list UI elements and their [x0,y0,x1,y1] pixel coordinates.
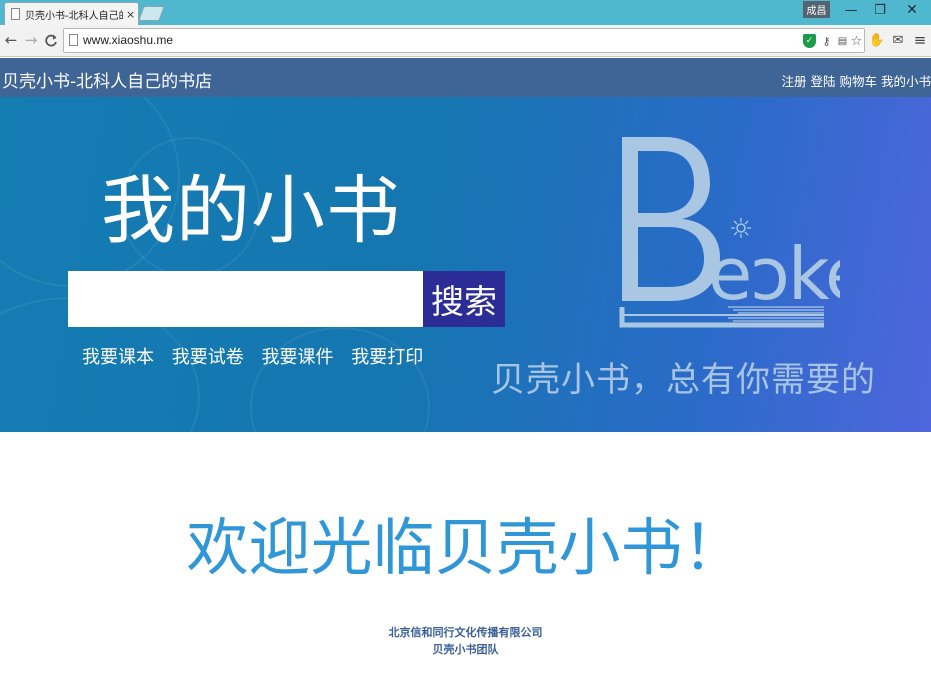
minimize-icon[interactable]: — [838,0,864,20]
nav-cart-link[interactable]: 购物车 [839,74,877,89]
site-title[interactable]: 贝壳小书-北科人自己的书店 [2,67,212,92]
nav-register-link[interactable]: 注册 [781,74,806,89]
beike-logo: eɔke [619,137,840,328]
footer-team: 贝壳小书团队 [432,643,499,656]
page-icon [69,34,78,46]
link-printing[interactable]: 我要打印 [351,347,423,368]
tagline: 贝壳小书，总有你需要的 [491,360,876,400]
maximize-icon[interactable]: ❐ [867,0,893,20]
url-text[interactable]: www.xiaoshu.me [83,33,173,47]
close-window-icon[interactable]: ✕ [899,0,925,20]
menu-icon[interactable]: ≡ [912,31,928,49]
forward-arrow-icon[interactable]: → [23,31,39,49]
browser-tab[interactable]: 贝壳小书-北科人自己的书 × [4,2,139,25]
mail-extension-icon[interactable]: ✉ [890,31,906,49]
footer-company: 北京信和同行文化传播有限公司 [388,626,543,639]
hero-title: 我的小书 [101,168,401,254]
welcome-heading: 欢迎光临贝壳小书！ [186,511,745,584]
page-action-icon[interactable]: ▤ [836,34,849,48]
svg-text:eɔke: eɔke [708,232,840,316]
search-button[interactable]: 搜索 [423,271,505,327]
address-bar[interactable]: www.xiaoshu.me ✓ ⚷ ▤ ☆ [63,28,865,53]
site-header: 贝壳小书-北科人自己的书店 注册 登陆 购物车 我的小书 [0,58,931,97]
profile-button[interactable]: 成昌 [803,1,830,18]
link-courseware[interactable]: 我要课件 [261,347,333,368]
tab-title: 贝壳小书-北科人自己的书 [25,10,123,22]
reload-icon[interactable] [43,31,59,49]
bookmark-star-icon[interactable]: ☆ [850,34,863,49]
hero-banner: 我的小书 搜索 我要课本 我要试卷 我要课件 我要打印 eɔke 贝壳小书，总有… [0,97,931,432]
search-input[interactable] [68,271,424,327]
link-textbooks[interactable]: 我要课本 [82,347,154,368]
shield-icon[interactable]: ✓ [803,34,816,48]
site-nav: 注册 登陆 购物车 我的小书 [777,71,931,90]
page-icon [11,8,20,20]
back-arrow-icon[interactable]: ← [3,31,19,49]
key-icon[interactable]: ⚷ [820,34,833,48]
extension-icon[interactable]: ✋ [869,31,885,49]
quick-links: 我要课本 我要试卷 我要课件 我要打印 [82,343,435,369]
footer: 北京信和同行文化传播有限公司 贝壳小书团队 [0,624,931,658]
new-tab-button[interactable] [138,6,165,21]
link-exam-papers[interactable]: 我要试卷 [172,347,244,368]
browser-toolbar: ← → www.xiaoshu.me ✓ ⚷ ▤ ☆ ✋ ✉ ≡ [0,25,931,57]
browser-titlebar: 贝壳小书-北科人自己的书 × 成昌 — ❐ ✕ [0,0,931,25]
nav-my-books-link[interactable]: 我的小书 [881,74,931,89]
close-icon[interactable]: × [126,8,135,21]
nav-login-link[interactable]: 登陆 [810,74,835,89]
